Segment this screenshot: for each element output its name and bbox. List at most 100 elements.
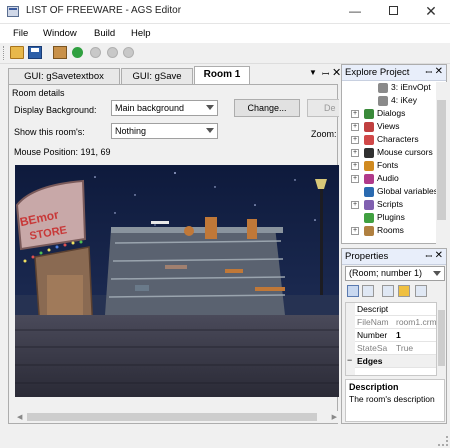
tree-item[interactable]: Plugins xyxy=(342,212,436,224)
properties-header: Properties ꟷ ✕ xyxy=(342,249,446,265)
close-icon[interactable]: ✕ xyxy=(435,66,443,77)
tree-vertical-scrollbar[interactable] xyxy=(436,82,447,244)
tab-room-1[interactable]: Room 1 xyxy=(194,66,250,84)
ags-app-icon xyxy=(7,6,19,17)
property-value[interactable]: room1.crm xyxy=(396,317,436,327)
display-background-select[interactable]: Main background xyxy=(111,100,218,116)
expand-icon[interactable]: + xyxy=(351,110,359,118)
tab-gui-gsave[interactable]: GUI: gSave xyxy=(121,68,193,84)
object-selector[interactable]: (Room; number 1) xyxy=(345,266,445,281)
scroll-left-icon[interactable]: ◀ xyxy=(17,413,22,421)
expand-icon[interactable]: + xyxy=(351,175,359,183)
change-background-button[interactable]: Change... xyxy=(234,99,300,117)
expand-icon[interactable]: + xyxy=(351,201,359,209)
tree-item[interactable]: 4: iKey xyxy=(342,95,436,107)
close-button[interactable]: ✕ xyxy=(413,0,449,24)
alphabetical-icon[interactable] xyxy=(362,285,374,297)
events-icon[interactable] xyxy=(398,285,410,297)
tree-item[interactable]: + Audio xyxy=(342,173,436,185)
tab-gui-gsavetextbox[interactable]: GUI: gSavetextbox xyxy=(8,68,120,84)
plugin-icon xyxy=(364,213,374,223)
zoom-label: Zoom: xyxy=(311,129,337,139)
rooms-icon xyxy=(364,226,374,236)
property-grid: Descript FileNam room1.crm Number 1 StateSa Tr… xyxy=(345,302,437,376)
tree-item-label: Fonts xyxy=(377,160,399,170)
globe-icon xyxy=(364,187,374,197)
minimize-button[interactable]: — xyxy=(337,0,373,24)
property-value[interactable]: True xyxy=(396,343,413,353)
explore-project-panel: Explore Project ꟷ ✕ 3: iEnvOpt 4: iKey + Di… xyxy=(341,64,447,244)
room-horizontal-scrollbar[interactable]: ◀ ▶ xyxy=(15,411,339,423)
menu-build[interactable]: Build xyxy=(94,28,115,39)
save-icon[interactable] xyxy=(28,46,42,59)
property-row[interactable]: Descript xyxy=(346,303,436,316)
property-row[interactable]: Number 1 xyxy=(346,329,436,342)
font-icon xyxy=(364,161,374,171)
scrollbar-thumb[interactable] xyxy=(437,100,446,220)
tree-item[interactable]: + Fonts xyxy=(342,160,436,172)
pin-icon[interactable]: ꟷ xyxy=(425,67,432,78)
property-row[interactable]: StateSa True xyxy=(346,342,436,355)
tree-item[interactable]: 3: iEnvOpt xyxy=(342,82,436,94)
tree-item[interactable]: + Characters xyxy=(342,134,436,146)
tree-item[interactable]: + Scripts xyxy=(342,199,436,211)
property-category[interactable]: − Edges xyxy=(346,355,436,368)
dialog-icon xyxy=(364,109,374,119)
tab-pin-icon[interactable]: ꟷ xyxy=(322,67,329,80)
maximize-button[interactable] xyxy=(375,0,411,24)
property-name: Descript xyxy=(357,304,389,314)
tree-item[interactable]: + Views xyxy=(342,121,436,133)
property-name: StateSa xyxy=(357,343,388,353)
scrollbar-thumb[interactable] xyxy=(27,413,317,421)
tree-item-label: Views xyxy=(377,121,400,131)
scroll-right-icon[interactable]: ▶ xyxy=(332,413,337,421)
show-room-select[interactable]: Nothing xyxy=(111,123,218,139)
build-icon[interactable] xyxy=(53,46,67,59)
room-background-canvas[interactable]: BEmor STORE xyxy=(15,165,339,397)
document-tab-strip: GUI: gSavetextbox GUI: gSave Room 1 ▼ ꟷ … xyxy=(8,64,341,84)
property-value[interactable]: 1 xyxy=(396,330,401,340)
expand-icon[interactable]: + xyxy=(351,162,359,170)
chevron-down-icon xyxy=(206,128,214,133)
pin-icon[interactable]: ꟷ xyxy=(425,251,432,262)
explore-project-header: Explore Project ꟷ ✕ xyxy=(342,65,446,81)
explore-project-title: Explore Project xyxy=(345,67,410,78)
tree-item-label: 4: iKey xyxy=(391,95,417,105)
expand-icon[interactable]: + xyxy=(351,149,359,157)
row-gutter: − xyxy=(346,355,355,368)
property-row[interactable] xyxy=(346,368,436,375)
tree-item[interactable]: + Dialogs xyxy=(342,108,436,120)
categorized-icon[interactable] xyxy=(347,285,359,297)
expand-icon[interactable]: + xyxy=(351,136,359,144)
tree-item[interactable]: + Rooms xyxy=(342,225,436,237)
run-icon[interactable] xyxy=(72,47,83,58)
tree-item[interactable]: Global variables xyxy=(342,186,436,198)
tree-item-label: Global variables xyxy=(377,186,436,196)
resize-grip[interactable] xyxy=(438,436,448,446)
display-background-value: Main background xyxy=(115,103,185,113)
property-pages-icon[interactable] xyxy=(415,285,427,297)
tab-close-icon[interactable]: ✕ xyxy=(332,66,341,79)
tab-list-dropdown-icon[interactable]: ▼ xyxy=(309,68,317,77)
description-text: The room's description xyxy=(349,394,435,404)
menu-window[interactable]: Window xyxy=(43,28,77,39)
properties-icon[interactable] xyxy=(382,285,394,297)
menu-help[interactable]: Help xyxy=(131,28,151,39)
tree-item[interactable]: + Mouse cursors xyxy=(342,147,436,159)
toolbar-grip[interactable] xyxy=(3,46,6,60)
properties-panel: Properties ꟷ ✕ (Room; number 1) Descript… xyxy=(341,248,447,424)
property-row[interactable]: FileNam room1.crm xyxy=(346,316,436,329)
tree-item-label: Dialogs xyxy=(377,108,406,118)
row-gutter xyxy=(346,316,355,329)
room-details-label: Room details xyxy=(12,88,65,98)
close-icon[interactable]: ✕ xyxy=(435,250,443,261)
open-folder-icon[interactable] xyxy=(10,46,24,59)
expand-icon[interactable]: + xyxy=(351,123,359,131)
expand-icon[interactable]: + xyxy=(351,227,359,235)
property-grid-scrollbar[interactable] xyxy=(437,302,446,376)
maximize-icon xyxy=(388,6,398,16)
menu-file[interactable]: File xyxy=(13,28,28,39)
market-stall xyxy=(105,227,285,315)
scrollbar-thumb[interactable] xyxy=(438,310,445,366)
menu-bar: File Window Build Help xyxy=(0,24,450,43)
